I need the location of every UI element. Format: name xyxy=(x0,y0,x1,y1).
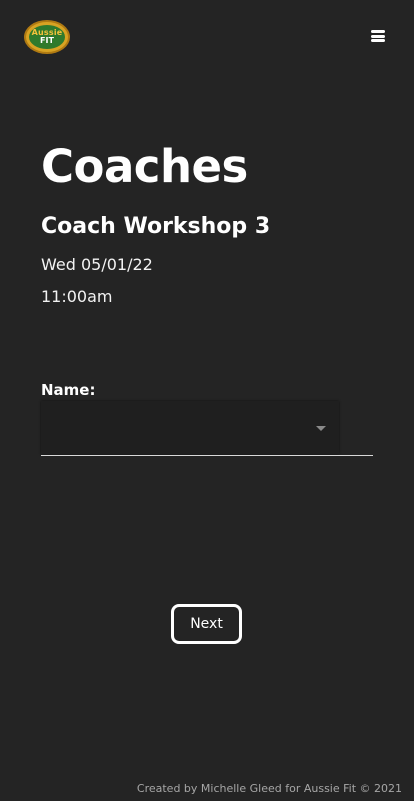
hamburger-menu-icon[interactable] xyxy=(371,30,385,42)
aussie-fit-logo[interactable]: Aussie FIT xyxy=(24,20,70,54)
logo-text-bottom: FIT xyxy=(40,36,54,45)
event-title: Coach Workshop 3 xyxy=(41,214,271,239)
field-underline xyxy=(41,455,373,456)
logo-badge: Aussie FIT xyxy=(29,25,65,49)
name-select[interactable] xyxy=(41,401,339,454)
footer-credit: Created by Michelle Gleed for Aussie Fit… xyxy=(136,782,402,795)
name-label: Name: xyxy=(41,381,96,399)
page: Aussie FIT Coaches Coach Workshop 3 Wed … xyxy=(0,0,414,801)
chevron-down-icon xyxy=(316,426,326,431)
event-time: 11:00am xyxy=(41,287,113,306)
event-date: Wed 05/01/22 xyxy=(41,255,153,274)
next-button[interactable]: Next xyxy=(171,604,242,644)
page-title: Coaches xyxy=(41,140,248,193)
